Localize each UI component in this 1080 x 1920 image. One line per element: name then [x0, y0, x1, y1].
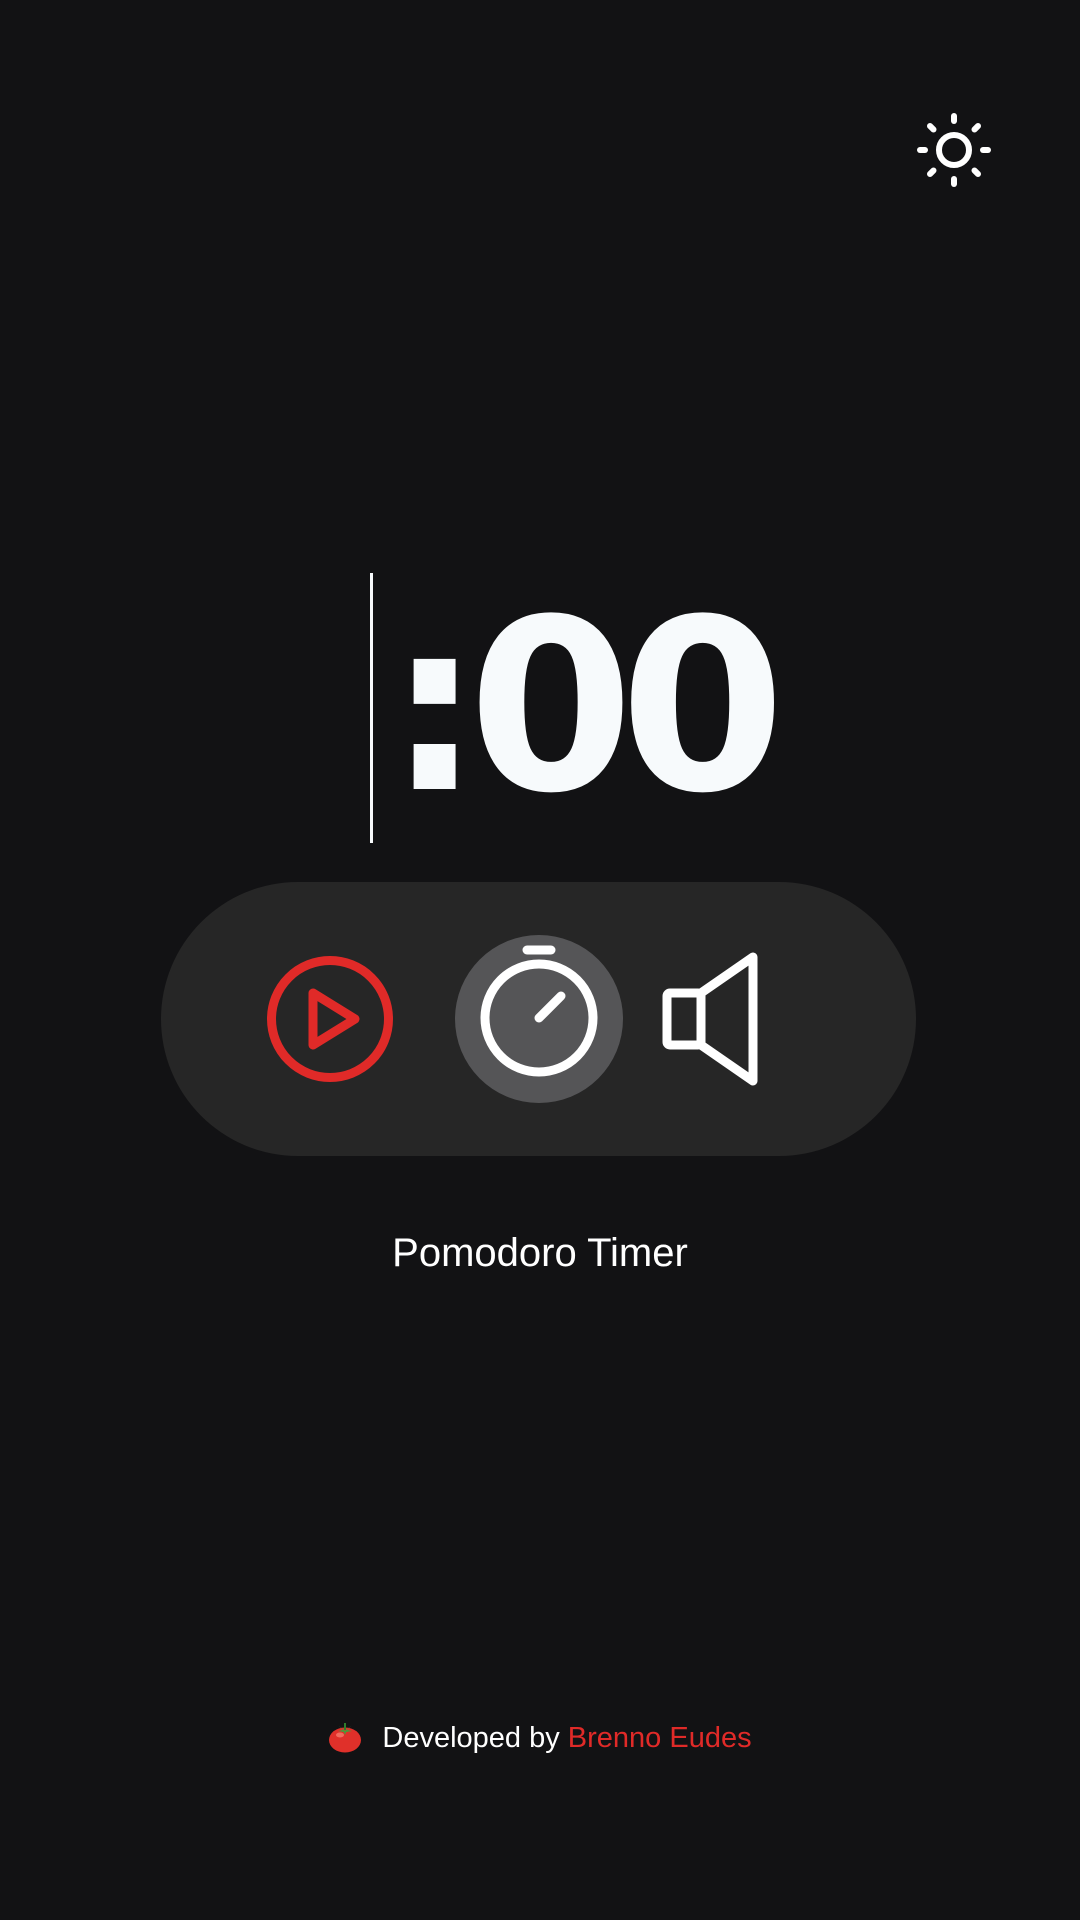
timer-text: :00 — [387, 569, 785, 846]
play-button[interactable] — [263, 952, 397, 1086]
timer-controls — [161, 882, 916, 1156]
footer: Developed by Brenno Eudes — [0, 1713, 1080, 1763]
sound-button[interactable] — [661, 951, 761, 1087]
author-link[interactable]: Brenno Eudes — [568, 1713, 752, 1763]
footer-text: Developed by — [382, 1722, 568, 1754]
play-circle-icon — [267, 956, 393, 1082]
speaker-icon — [662, 952, 758, 1086]
stopwatch-button[interactable] — [455, 935, 623, 1103]
stopwatch-icon — [480, 945, 598, 1077]
text-cursor — [370, 573, 373, 843]
timer-display: :00 — [370, 573, 930, 843]
app-title: Pomodoro Timer — [392, 1231, 688, 1275]
tomato-icon — [328, 1722, 362, 1754]
theme-toggle-button[interactable] — [912, 108, 996, 192]
sun-icon — [917, 113, 991, 187]
